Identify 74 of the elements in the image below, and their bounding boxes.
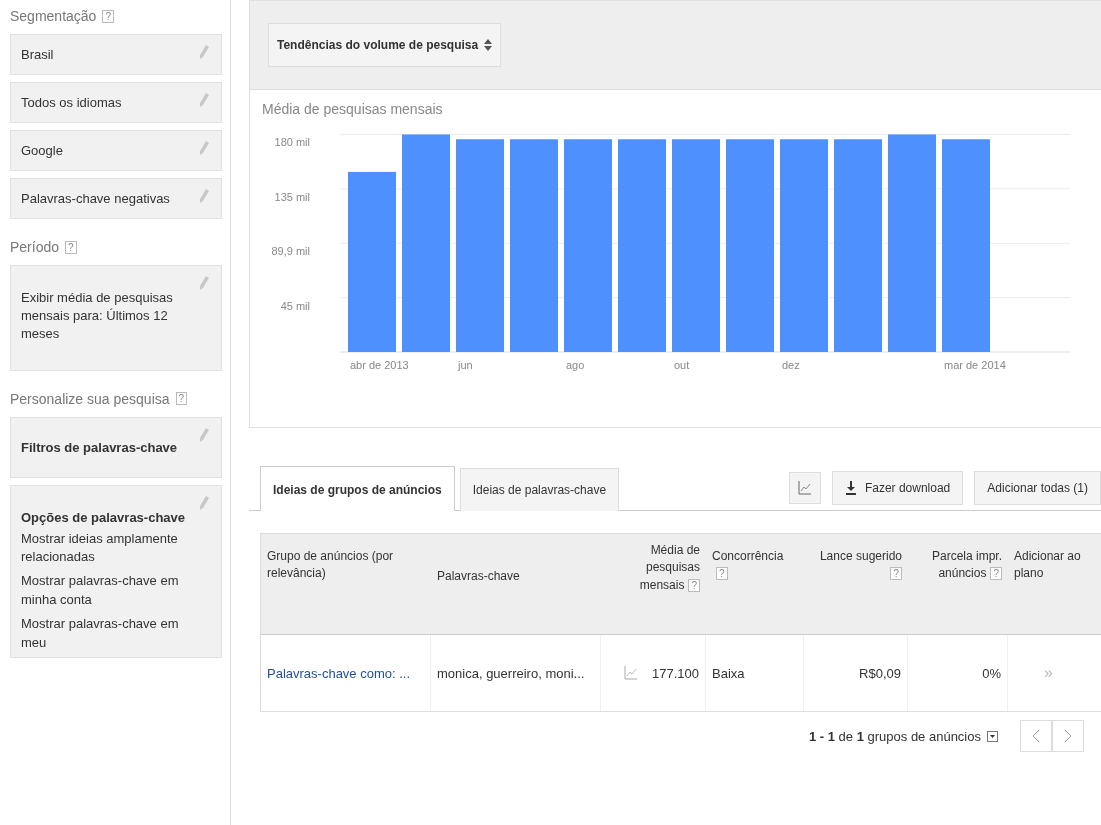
- filter-card[interactable]: Brasil: [10, 34, 222, 75]
- column-header[interactable]: Média de pesquisas mensais ?: [601, 534, 706, 634]
- pencil-icon[interactable]: [199, 189, 209, 203]
- help-icon[interactable]: ?: [688, 578, 700, 592]
- table-cell: 177.100: [652, 665, 699, 681]
- option-text: Mostrar ideias amplamente relacionadas: [21, 529, 179, 567]
- section-title: Segmentação: [10, 8, 97, 24]
- tab[interactable]: Ideias de palavras-chave: [459, 468, 620, 511]
- help-icon[interactable]: ?: [990, 567, 1002, 581]
- x-axis-label: mar de 2014: [944, 359, 1006, 371]
- chart-title: Média de pesquisas mensais: [262, 101, 443, 117]
- column-header[interactable]: Grupo de anúncios (por relevância): [261, 534, 431, 634]
- table-cell: 0%: [908, 635, 1008, 711]
- tab[interactable]: Ideias de grupos de anúncios: [260, 466, 455, 511]
- filter-card[interactable]: Exibir média de pesquisas mensais para: Últimos 12 meses: [10, 265, 222, 371]
- column-header[interactable]: Lance sugerido ?: [804, 534, 908, 634]
- y-axis-label: 180 mil: [274, 136, 310, 149]
- y-axis-label: 135 mil: [274, 190, 310, 203]
- pencil-icon[interactable]: [199, 495, 209, 510]
- help-icon[interactable]: ?: [175, 392, 188, 406]
- line-chart-icon: [797, 481, 812, 495]
- help-icon[interactable]: ?: [716, 567, 728, 581]
- x-axis-label: out: [674, 359, 690, 371]
- card-text: Brasil: [21, 47, 55, 62]
- section-title: Personalize sua pesquisa: [10, 390, 170, 407]
- column-header[interactable]: Concorrência ?: [706, 534, 804, 634]
- filter-card[interactable]: Google: [10, 130, 222, 171]
- y-axis-label: 89,9 mil: [271, 245, 310, 258]
- chart-type-dropdown[interactable]: Tendências do volume de pesquisa: [268, 23, 502, 67]
- option-text: Mostrar palavras-chave em meu: [21, 614, 180, 652]
- pencil-icon[interactable]: [199, 45, 209, 59]
- pencil-icon[interactable]: [199, 276, 209, 290]
- x-axis-label: jun: [458, 359, 473, 371]
- option-text: Mostrar palavras-chave em minha conta: [21, 572, 180, 610]
- pencil-icon[interactable]: [199, 93, 209, 107]
- download-icon: [844, 481, 857, 495]
- chart-toggle-button[interactable]: [788, 472, 821, 504]
- pagination-text: 1 - 1 de 1 grupos de anúncios: [808, 728, 981, 744]
- add-all-button[interactable]: Adicionar todas (1): [974, 471, 1101, 505]
- previous-page-button[interactable]: [1020, 720, 1052, 752]
- next-page-button[interactable]: [1052, 720, 1084, 752]
- x-axis-label: abr de 2013: [350, 359, 409, 371]
- x-axis-label: ago: [566, 359, 585, 371]
- pencil-icon[interactable]: [199, 427, 209, 442]
- dropdown-icon[interactable]: [987, 730, 998, 742]
- card-text: Palavras-chave negativas: [21, 191, 171, 206]
- table-cell: R$0,09: [804, 635, 908, 711]
- download-button[interactable]: Fazer download: [831, 471, 964, 505]
- pencil-icon[interactable]: [199, 141, 209, 155]
- filter-card[interactable]: Opções de palavras-chave Mostrar ideias amplamente relacionadas Mostrar palavras-chave em minha conta Mostrar palavras-chave em meu: [10, 484, 222, 658]
- card-text: Google: [21, 143, 64, 158]
- line-chart-icon[interactable]: [624, 666, 638, 680]
- table-cell: Baixa: [706, 635, 804, 711]
- filter-card[interactable]: Filtros de palavras-chave: [10, 416, 222, 478]
- help-icon[interactable]: ?: [65, 240, 77, 254]
- x-axis-label: dez: [782, 359, 800, 371]
- table-cell: monica, guerreiro, moni...: [431, 635, 601, 711]
- column-header[interactable]: Palavras-chave: [431, 534, 601, 634]
- card-text: Exibir média de pesquisas mensais para: Últimos 12 meses: [21, 289, 174, 344]
- column-header[interactable]: Adicionar ao plano: [1008, 534, 1101, 634]
- help-icon[interactable]: ?: [102, 9, 114, 23]
- card-title: Filtros de palavras-chave: [21, 439, 179, 455]
- help-icon[interactable]: ?: [890, 567, 902, 581]
- sort-icon: [484, 39, 493, 51]
- filter-card[interactable]: Palavras-chave negativas: [10, 178, 222, 219]
- y-axis-label: 45 mil: [280, 299, 310, 312]
- section-title: Período: [10, 239, 60, 255]
- card-text: Todos os idiomas: [21, 95, 123, 110]
- column-header[interactable]: Parcela impr. anúncios ?: [908, 534, 1008, 634]
- ad-group-link[interactable]: Palavras-chave como: ...: [267, 665, 411, 681]
- chevron-right-icon: [1064, 729, 1072, 743]
- chevron-left-icon: [1032, 729, 1040, 743]
- card-title: Opções de palavras-chave: [21, 509, 187, 525]
- filter-card[interactable]: Todos os idiomas: [10, 82, 222, 123]
